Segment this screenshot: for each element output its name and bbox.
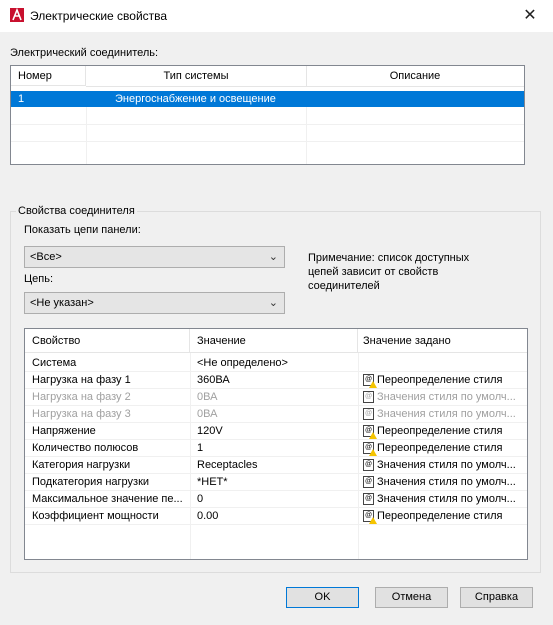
column-header-value[interactable]: Значение [190,329,358,353]
style-override-icon: @ [363,425,377,440]
cancel-button[interactable]: Отмена [375,587,448,608]
property-source-text: Переопределение стиля [377,510,503,522]
column-header-property[interactable]: Свойство [25,329,190,353]
property-value[interactable]: 0ВА [197,406,217,423]
property-value[interactable]: Receptacles [197,457,258,474]
ok-button[interactable]: OK [286,587,359,608]
close-icon[interactable]: ✕ [516,4,544,28]
circuit-dropdown[interactable]: <Не указан> ⌄ [24,292,285,314]
style-default-icon: @ [363,493,374,506]
style-default-icon: @ [363,459,374,472]
window-title: Электрические свойства [30,9,168,23]
property-name: Напряжение [32,425,96,437]
property-source-text: Переопределение стиля [377,442,503,454]
property-source: @ Переопределение стиля [363,508,523,525]
chevron-down-icon: ⌄ [268,297,278,309]
property-value[interactable]: 1 [197,440,203,457]
property-name: Нагрузка на фазу 1 [32,374,131,386]
column-header-system-type[interactable]: Тип системы [86,66,307,87]
connector-properties-title: Свойства соединителя [16,205,137,217]
autocad-a-icon [10,8,24,22]
property-value[interactable]: 360ВА [197,372,230,389]
property-row[interactable]: Категория нагрузки Receptacles @ Значения с… [25,457,525,474]
connector-label: Электрический соединитель: [10,47,159,59]
panel-circuits-value: <Все> [30,251,62,263]
property-row[interactable]: Максимальное значение пе... 0 @ Значения ст… [25,491,525,508]
property-source: @ Значения стиля по умолч... [363,474,523,491]
grid-line [11,141,524,142]
property-source-text: Значения стиля по умолч... [377,476,516,488]
property-source-text: Значения стиля по умолч... [377,408,516,420]
help-button[interactable]: Справка [460,587,533,608]
column-header-source[interactable]: Значение задано [358,329,527,353]
property-name: Система [32,357,77,369]
property-source: @ Значения стиля по умолч... [363,491,523,508]
grid-line [86,107,87,164]
property-name: Коэффициент мощности [32,510,159,522]
circuit-label: Цепь: [24,273,53,285]
grid-line [11,124,524,125]
grid-line [25,524,527,525]
property-source: @ Значения стиля по умолч... [363,457,523,474]
property-row[interactable]: Коэффициент мощности 0.00 @ Переопределение… [25,508,525,525]
property-value[interactable]: 120V [197,423,223,440]
circuit-note: Примечание: список доступных цепей завис… [308,252,470,292]
property-source: @ Значения стиля по умолч... [363,389,523,406]
property-source: @ Значения стиля по умолч... [363,406,523,423]
column-header-description[interactable]: Описание [306,66,524,87]
style-default-icon: @ [363,408,374,421]
property-name: Максимальное значение пе... [32,493,183,505]
property-name: Нагрузка на фазу 3 [32,408,131,420]
property-source: @ Переопределение стиля [363,372,523,389]
style-default-icon: @ [363,476,374,489]
property-row[interactable]: Количество полюсов 1 @ Переопределение стил… [25,440,525,457]
property-value[interactable]: 0ВА [197,389,217,406]
style-override-icon: @ [363,374,377,389]
connector-row-number: 1 [18,93,25,105]
property-source: @ Переопределение стиля [363,423,523,440]
property-source: @ Переопределение стиля [363,440,523,457]
property-source-text: Значения стиля по умолч... [377,391,516,403]
property-row[interactable]: Нагрузка на фазу 1 360ВА @ Переопределение … [25,372,525,389]
panel-circuits-dropdown[interactable]: <Все> ⌄ [24,246,285,268]
property-source-text: Переопределение стиля [377,425,503,437]
property-source-text: Значения стиля по умолч... [377,459,516,471]
property-name: Количество полюсов [32,442,139,454]
connector-row[interactable]: 1 Энергоснабжение и освещение [11,91,524,107]
column-header-number[interactable]: Номер [11,66,86,86]
connector-row-system-type: Энергоснабжение и освещение [115,93,276,105]
property-name: Подкатегория нагрузки [32,476,150,488]
property-row[interactable]: Напряжение 120V @ Переопределение стиля [25,423,525,440]
property-value[interactable]: 0.00 [197,508,218,525]
property-row[interactable]: Нагрузка на фазу 2 0ВА @ Значения стиля по … [25,389,525,406]
property-row[interactable]: Подкатегория нагрузки *НЕТ* @ Значения стил… [25,474,525,491]
circuit-value: <Не указан> [30,297,94,309]
style-override-icon: @ [363,442,377,457]
chevron-down-icon: ⌄ [268,251,278,263]
property-source-text: Значения стиля по умолч... [377,493,516,505]
style-default-icon: @ [363,391,374,404]
property-name: Нагрузка на фазу 2 [32,391,131,403]
title-bar: Электрические свойства ✕ [0,0,553,32]
property-row[interactable]: Нагрузка на фазу 3 0ВА @ Значения стиля по … [25,406,525,423]
grid-line [306,107,307,164]
property-value[interactable]: 0 [197,491,203,508]
property-source-text: Переопределение стиля [377,374,503,386]
style-override-icon: @ [363,510,377,525]
property-value[interactable]: *НЕТ* [197,474,228,491]
panel-circuits-label: Показать цепи панели: [24,224,141,236]
properties-table[interactable]: Свойство Значение Значение задано Систем… [24,328,528,560]
property-value[interactable]: <Не определено> [197,355,288,372]
property-name: Категория нагрузки [32,459,131,471]
property-row[interactable]: Система <Не определено> [25,355,525,372]
connector-list[interactable]: Номер Тип системы Описание 1 Энергоснабж… [10,65,525,165]
